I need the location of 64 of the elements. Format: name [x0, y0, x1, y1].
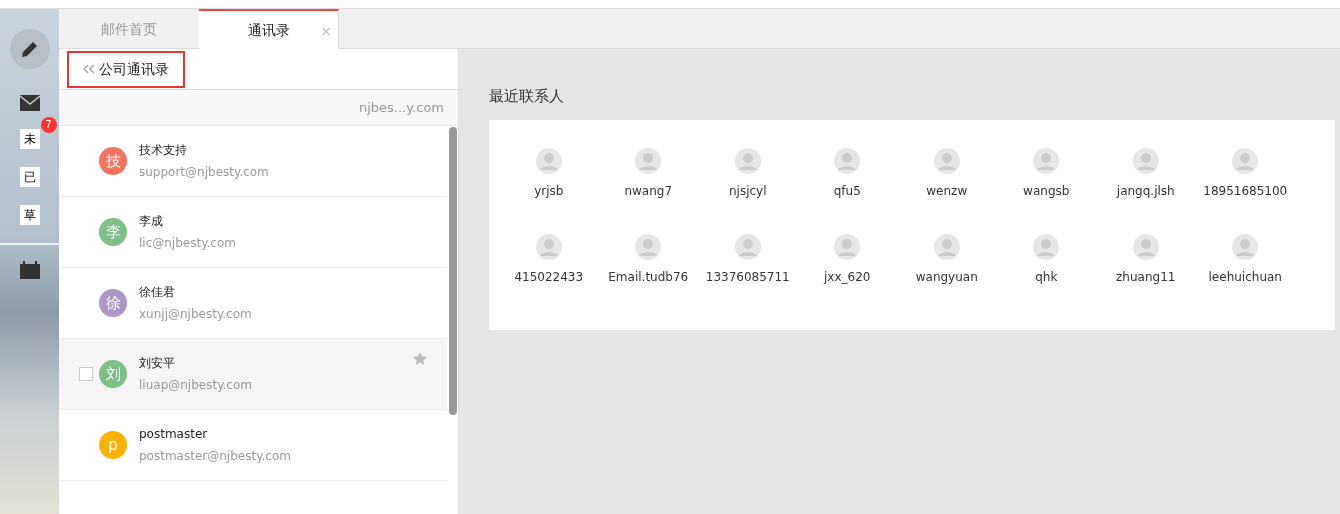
compose-button[interactable] [9, 29, 50, 69]
folder-button[interactable]: 未 [19, 129, 40, 149]
folder-button[interactable]: 草 [19, 205, 40, 225]
avatar-icon[interactable] [635, 233, 662, 260]
contact-name: 技术支持 [139, 142, 188, 159]
avatar-icon[interactable] [1132, 233, 1159, 260]
contact-name[interactable]: wangsb [996, 181, 1096, 200]
unread-count-badge: 7 [40, 117, 57, 133]
section-title: 最近联系人 [489, 86, 565, 107]
contact-name: postmaster [139, 426, 209, 443]
envelope-icon[interactable] [19, 95, 40, 111]
contact-name[interactable]: wenzw [897, 181, 997, 200]
avatar-icon[interactable] [834, 233, 861, 260]
contact-name[interactable]: zhuang11 [1096, 267, 1196, 286]
contact-row[interactable]: 刘 刘安平 liuap@njbesty.com [59, 339, 447, 410]
domain-label: njbes...y.com [359, 98, 444, 117]
contact-name: 刘安平 [139, 355, 176, 372]
avatar-icon[interactable] [1033, 147, 1060, 174]
contact-name[interactable]: Email.tudb76 [598, 267, 698, 286]
avatar: 技 [99, 147, 127, 175]
calendar-icon[interactable] [19, 261, 40, 279]
avatar-icon[interactable] [535, 147, 562, 174]
avatar-icon[interactable] [535, 233, 562, 260]
avatar-icon[interactable] [635, 147, 662, 174]
contact-name[interactable]: qhk [996, 267, 1096, 286]
contact-name[interactable]: jxx_620 [797, 267, 897, 286]
avatar-icon[interactable] [933, 233, 960, 260]
avatar-icon[interactable] [1232, 233, 1259, 260]
folder-button[interactable]: 已 [19, 167, 40, 187]
contact-name: 李成 [139, 213, 164, 230]
star-icon[interactable] [413, 352, 427, 365]
avatar: p [99, 431, 127, 459]
contact-name[interactable]: yrjsb [499, 181, 599, 200]
avatar-icon[interactable] [1232, 147, 1259, 174]
tab[interactable]: 通讯录 × [199, 9, 339, 50]
scrollbar[interactable] [449, 127, 457, 415]
avatar-icon[interactable] [834, 147, 861, 174]
avatar-icon[interactable] [1033, 233, 1060, 260]
contact-email: xunjj@njbesty.com [139, 306, 252, 323]
contact-name[interactable]: leehuichuan [1195, 267, 1295, 286]
contact-name[interactable]: 18951685100 [1195, 181, 1295, 200]
checkbox[interactable] [79, 367, 93, 381]
contact-name[interactable]: 415022433 [499, 267, 599, 286]
back-link[interactable]: 公司通讯录 [67, 50, 185, 88]
pencil-icon [19, 39, 40, 59]
contact-email: liuap@njbesty.com [139, 377, 252, 394]
contact-name[interactable]: njsjcyl [698, 181, 798, 200]
contact-name[interactable]: wangyuan [897, 267, 997, 286]
avatar: 徐 [99, 289, 127, 317]
contact-name[interactable]: qfu5 [797, 181, 897, 200]
avatar-icon[interactable] [734, 147, 761, 174]
contact-email: postmaster@njbesty.com [139, 448, 291, 465]
contact-name[interactable]: jangq.jlsh [1096, 181, 1196, 200]
avatar-icon[interactable] [1132, 147, 1159, 174]
avatar: 刘 [99, 360, 127, 388]
contact-name[interactable]: 13376085711 [698, 267, 798, 286]
avatar-icon[interactable] [933, 147, 960, 174]
contact-name: 徐佳君 [139, 284, 176, 301]
avatar-icon[interactable] [734, 233, 761, 260]
contact-name[interactable]: nwang7 [598, 181, 698, 200]
avatar: 李 [99, 218, 127, 246]
contact-email: lic@njbesty.com [139, 235, 236, 252]
contact-email: support@njbesty.com [139, 164, 269, 181]
double-chevron-icon [83, 64, 95, 74]
